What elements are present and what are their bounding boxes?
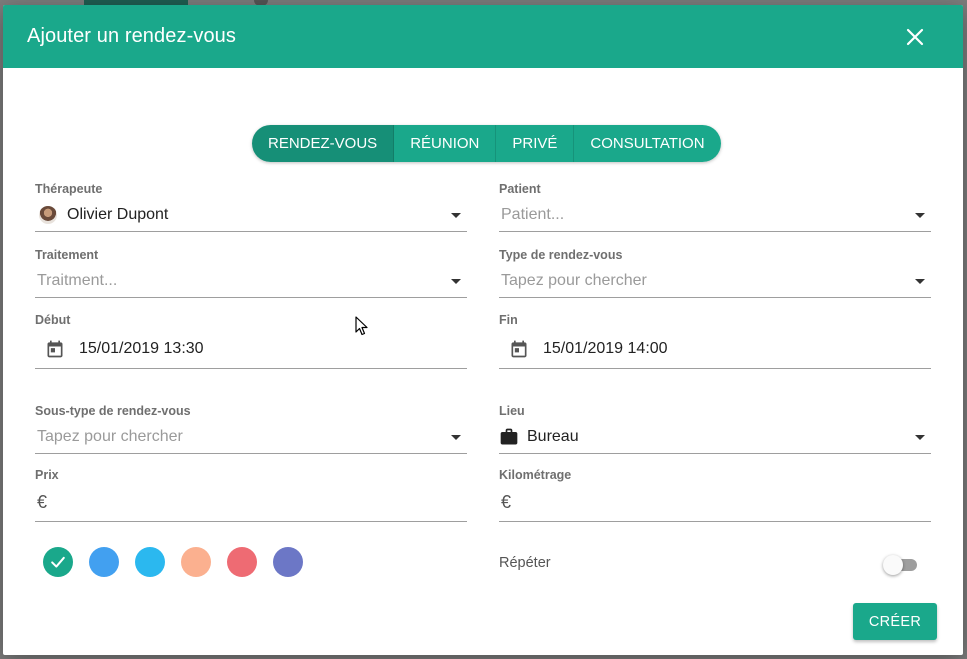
color-swatch-blue[interactable] (89, 547, 119, 577)
chevron-down-icon (915, 434, 925, 440)
appointment-type-label: Type de rendez-vous (499, 248, 623, 262)
treatment-field: Traitement Traitment... (35, 248, 467, 298)
calendar-icon (45, 339, 65, 359)
create-button[interactable]: CRÉER (853, 603, 937, 640)
subtype-field: Sous-type de rendez-vous Tapez pour cher… (35, 404, 467, 454)
price-input[interactable]: € (35, 484, 467, 522)
type-consultation-button[interactable]: CONSULTATION (574, 125, 721, 162)
start-date-input[interactable]: 15/01/2019 13:30 (35, 329, 467, 369)
mileage-label: Kilométrage (499, 468, 572, 482)
close-button[interactable] (903, 25, 927, 49)
toggle-thumb (883, 555, 903, 575)
dialog-title: Ajouter un rendez-vous (27, 25, 236, 47)
chevron-down-icon (915, 212, 925, 218)
location-value: Bureau (527, 427, 579, 445)
appointment-type-select[interactable]: Tapez pour chercher (499, 264, 931, 298)
location-label: Lieu (499, 404, 525, 418)
type-rendez-vous-button[interactable]: RENDEZ-VOUS (252, 125, 395, 162)
patient-field: Patient Patient... (499, 182, 931, 232)
appointment-type-placeholder: Tapez pour chercher (501, 271, 647, 289)
euro-icon: € (501, 492, 512, 512)
price-field: Prix € (35, 468, 467, 522)
start-date-value: 15/01/2019 13:30 (79, 339, 204, 357)
repeat-toggle[interactable] (883, 555, 917, 575)
start-label: Début (35, 313, 71, 327)
mileage-input[interactable]: € (499, 484, 931, 522)
start-field: Début 15/01/2019 13:30 (35, 313, 467, 369)
location-select[interactable]: Bureau (499, 420, 931, 454)
patient-placeholder: Patient... (501, 205, 565, 223)
subtype-select[interactable]: Tapez pour chercher (35, 420, 467, 454)
treatment-label: Traitement (35, 248, 99, 262)
add-appointment-dialog: Ajouter un rendez-vous RENDEZ-VOUS RÉUNI… (3, 5, 963, 655)
end-field: Fin 15/01/2019 14:00 (499, 313, 931, 369)
therapist-avatar (39, 205, 57, 224)
color-picker (43, 547, 303, 577)
color-swatch-green[interactable] (43, 547, 73, 577)
repeat-label: Répéter (499, 555, 551, 571)
color-swatch-indigo[interactable] (273, 547, 303, 577)
type-prive-button[interactable]: PRIVÉ (496, 125, 575, 162)
chevron-down-icon (451, 212, 461, 218)
color-swatch-peach[interactable] (181, 547, 211, 577)
location-field: Lieu Bureau (499, 404, 931, 454)
color-swatch-red[interactable] (227, 547, 257, 577)
color-swatch-light-blue[interactable] (135, 547, 165, 577)
therapist-label: Thérapeute (35, 182, 103, 196)
patient-label: Patient (499, 182, 541, 196)
close-icon (906, 28, 924, 45)
end-date-value: 15/01/2019 14:00 (543, 339, 668, 357)
calendar-icon (509, 339, 529, 359)
appointment-type-toggle: RENDEZ-VOUS RÉUNION PRIVÉ CONSULTATION (252, 125, 721, 162)
briefcase-icon (499, 427, 519, 447)
price-label: Prix (35, 468, 59, 482)
appointment-type-field: Type de rendez-vous Tapez pour chercher (499, 248, 931, 298)
therapist-field: Thérapeute Olivier Dupont (35, 182, 467, 232)
subtype-placeholder: Tapez pour chercher (37, 427, 183, 445)
mouse-cursor-icon (355, 316, 369, 336)
euro-icon: € (37, 492, 48, 512)
mileage-field: Kilométrage € (499, 468, 931, 522)
end-label: Fin (499, 313, 518, 327)
chevron-down-icon (915, 278, 925, 284)
chevron-down-icon (451, 434, 461, 440)
chevron-down-icon (451, 278, 461, 284)
subtype-label: Sous-type de rendez-vous (35, 404, 191, 418)
type-reunion-button[interactable]: RÉUNION (394, 125, 497, 162)
treatment-placeholder: Traitment... (37, 271, 118, 289)
patient-select[interactable]: Patient... (499, 198, 931, 232)
check-icon (51, 556, 65, 568)
therapist-select[interactable]: Olivier Dupont (35, 198, 467, 232)
treatment-select[interactable]: Traitment... (35, 264, 467, 298)
end-date-input[interactable]: 15/01/2019 14:00 (499, 329, 931, 369)
dialog-header: Ajouter un rendez-vous (3, 5, 963, 68)
therapist-value: Olivier Dupont (67, 205, 169, 223)
